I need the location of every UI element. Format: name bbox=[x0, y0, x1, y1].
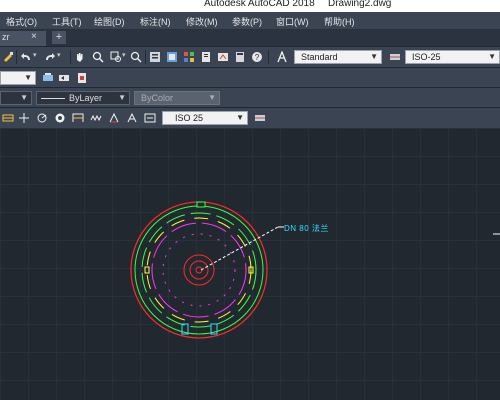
file-tab-label: zr bbox=[2, 32, 10, 42]
diameter-dimension-icon[interactable] bbox=[54, 112, 66, 124]
dimension-toolbar: ISO 25 ▼ bbox=[0, 108, 500, 128]
chevron-down-icon: ▼ bbox=[20, 93, 28, 102]
top-notch bbox=[196, 201, 206, 208]
chevron-down-icon: ▼ bbox=[118, 93, 126, 102]
redo-icon[interactable] bbox=[44, 51, 56, 63]
menu-format[interactable]: 格式(O) bbox=[6, 15, 37, 28]
match-properties-icon[interactable] bbox=[2, 51, 14, 63]
menu-bar: 格式(O) 工具(T) 绘图(D) 标注(N) 修改(M) 参数(P) 窗口(W… bbox=[0, 12, 500, 30]
new-tab-button[interactable]: + bbox=[52, 31, 66, 44]
document-title: Drawing2.dwg bbox=[328, 0, 392, 9]
menu-modify[interactable]: 修改(M) bbox=[186, 15, 218, 28]
toolbar-separator bbox=[70, 50, 71, 64]
menu-draw[interactable]: 绘图(D) bbox=[94, 15, 125, 28]
text-style-select[interactable]: Standard ▼ bbox=[294, 50, 382, 64]
chevron-down-icon: ▼ bbox=[488, 52, 496, 61]
zoom-previous-icon[interactable] bbox=[130, 51, 142, 63]
close-icon[interactable]: × bbox=[31, 31, 37, 42]
linetype-preview bbox=[41, 98, 65, 99]
zoom-realtime-icon[interactable] bbox=[92, 51, 104, 63]
dimension-style-control-value: ISO 25 bbox=[175, 113, 204, 123]
layer-select[interactable]: ▼ bbox=[0, 71, 36, 85]
lineweight-select[interactable]: ByColor ▼ bbox=[134, 91, 220, 105]
menu-parametric[interactable]: 参数(P) bbox=[232, 15, 262, 28]
design-center-icon[interactable] bbox=[166, 51, 178, 63]
dimension-style-manager-icon[interactable] bbox=[254, 112, 266, 124]
calculator-icon[interactable] bbox=[234, 51, 246, 63]
make-current-layer-icon[interactable] bbox=[42, 72, 54, 84]
drawing-grid bbox=[0, 128, 500, 400]
chevron-down-icon[interactable]: ▾ bbox=[33, 51, 37, 59]
continue-dimension-icon[interactable] bbox=[90, 112, 102, 124]
zoom-window-icon[interactable] bbox=[110, 51, 122, 63]
layers-toolbar: ▼ bbox=[0, 68, 500, 87]
text-style-icon[interactable] bbox=[276, 51, 288, 63]
toolbar-separator bbox=[16, 50, 17, 64]
properties-icon[interactable] bbox=[149, 51, 161, 63]
menu-window[interactable]: 窗口(W) bbox=[276, 15, 309, 28]
menu-dimension[interactable]: 标注(N) bbox=[140, 15, 171, 28]
layer-previous-icon[interactable] bbox=[58, 72, 70, 84]
dimension-style-control[interactable]: ISO 25 ▼ bbox=[162, 111, 248, 125]
text-style-value: Standard bbox=[301, 52, 338, 62]
dimension-style-select[interactable]: ISO-25 ▼ bbox=[405, 50, 500, 64]
toolbar-separator bbox=[268, 50, 269, 64]
annotation-text: DN 80 法兰 bbox=[284, 224, 329, 233]
standard-toolbar: ▾ ▾ ▾ ? Standard ▼ ISO-25 ▼ bbox=[0, 47, 500, 67]
pan-icon[interactable] bbox=[74, 51, 86, 63]
dimension-edit-icon[interactable] bbox=[108, 112, 120, 124]
linear-dimension-icon[interactable] bbox=[2, 112, 14, 124]
baseline-dimension-icon[interactable] bbox=[72, 112, 84, 124]
chevron-down-icon: ▼ bbox=[236, 113, 244, 122]
model-space bbox=[0, 128, 500, 400]
linetype-select[interactable]: ByLayer ▼ bbox=[36, 91, 130, 105]
dimension-text-edit-icon[interactable] bbox=[126, 112, 138, 124]
lineweight-value: ByColor bbox=[141, 93, 174, 103]
color-select[interactable]: ▼ bbox=[0, 91, 32, 105]
chevron-down-icon[interactable]: ▾ bbox=[122, 51, 126, 59]
svg-text:?: ? bbox=[255, 53, 260, 62]
tool-palettes-icon[interactable] bbox=[183, 51, 195, 63]
sheet-set-icon[interactable] bbox=[200, 51, 212, 63]
undo-icon[interactable] bbox=[20, 51, 32, 63]
linetype-value: ByLayer bbox=[69, 93, 103, 103]
chevron-down-icon[interactable]: ▾ bbox=[57, 51, 61, 59]
file-tab-bar: zr × + bbox=[0, 30, 500, 46]
menu-tools[interactable]: 工具(T) bbox=[52, 15, 82, 28]
chevron-down-icon: ▼ bbox=[24, 73, 32, 82]
toolbar-separator bbox=[145, 50, 146, 64]
chevron-down-icon: ▼ bbox=[208, 93, 216, 102]
title-bar: Autodesk AutoCAD 2018 Drawing2.dwg bbox=[0, 0, 500, 12]
app-title: Autodesk AutoCAD 2018 bbox=[204, 0, 315, 9]
layer-state-icon[interactable] bbox=[76, 72, 88, 84]
dimension-style-value: ISO-25 bbox=[412, 52, 441, 62]
radius-dimension-icon[interactable] bbox=[36, 112, 48, 124]
properties-toolbar: ▼ ByLayer ▼ ByColor ▼ bbox=[0, 88, 500, 107]
menu-help[interactable]: 帮助(H) bbox=[324, 15, 355, 28]
aligned-dimension-icon[interactable] bbox=[18, 112, 30, 124]
markup-icon[interactable] bbox=[217, 51, 229, 63]
dimension-style-icon[interactable] bbox=[389, 51, 401, 63]
chevron-down-icon: ▼ bbox=[370, 52, 378, 61]
help-icon[interactable]: ? bbox=[251, 51, 263, 63]
drawing-canvas[interactable] bbox=[0, 128, 500, 400]
file-tab[interactable]: zr × bbox=[0, 31, 46, 46]
dimension-update-icon[interactable] bbox=[144, 112, 156, 124]
